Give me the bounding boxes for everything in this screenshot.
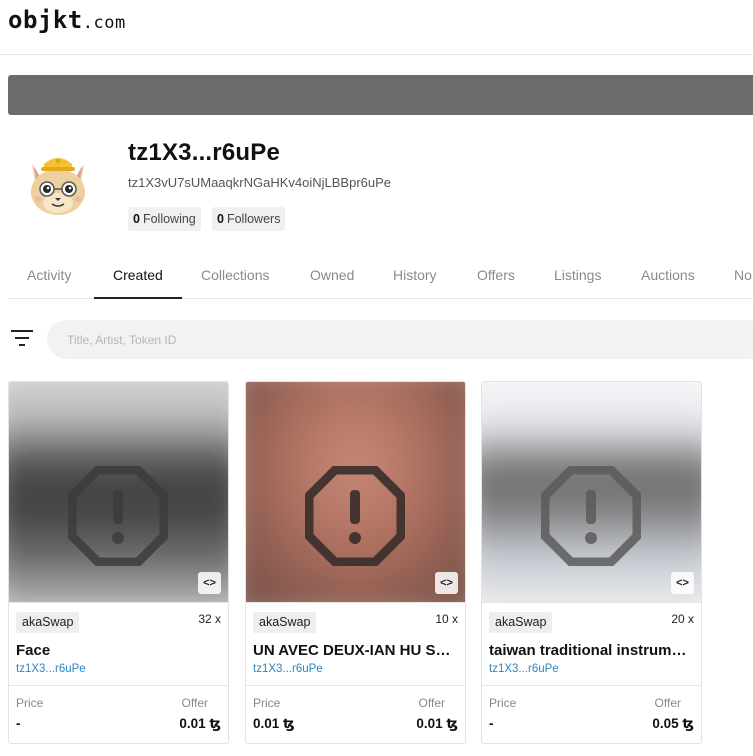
price-label: Price (253, 696, 281, 710)
top-bar: objkt.com (0, 0, 753, 55)
warning-icon (68, 466, 168, 566)
tab-auctions[interactable]: Auctions (641, 267, 695, 283)
price-label: Price (489, 696, 517, 710)
active-tab-indicator (94, 297, 182, 299)
tab-created[interactable]: Created (113, 267, 163, 283)
price-label: Price (16, 696, 44, 710)
token-thumbnail[interactable]: <> (482, 382, 701, 602)
artist-link[interactable]: tz1X3...r6uPe (253, 663, 323, 675)
logo-suffix: .com (82, 13, 126, 33)
edition-count: 20 x (671, 612, 694, 626)
token-title[interactable]: UN AVEC DEUX-IAN HU SAYS PA (253, 642, 458, 659)
warning-icon (305, 466, 405, 566)
warning-icon (541, 466, 641, 566)
profile-avatar (31, 158, 85, 215)
embed-code-icon[interactable]: <> (671, 572, 694, 594)
following-label: Following (142, 212, 196, 226)
following-badge[interactable]: 0 Following (128, 207, 201, 231)
artist-link[interactable]: tz1X3...r6uPe (16, 663, 86, 675)
followers-label: Followers (226, 212, 281, 226)
price-value: - (16, 716, 21, 731)
profile-alias: tz1X3...r6uPe (128, 139, 281, 166)
edition-count: 32 x (198, 612, 221, 626)
embed-code-icon[interactable]: <> (198, 572, 221, 594)
platform-badge[interactable]: akaSwap (489, 612, 553, 633)
artist-link[interactable]: tz1X3...r6uPe (489, 663, 559, 675)
followers-badge[interactable]: 0 Followers (212, 207, 286, 231)
token-card[interactable]: <> akaSwap 20 x taiwan traditional instr… (481, 381, 702, 744)
token-thumbnail[interactable]: <> (246, 382, 465, 602)
tab-offers[interactable]: Offers (477, 267, 515, 283)
token-card[interactable]: <> akaSwap 32 x Face tz1X3...r6uPe Price… (8, 381, 229, 744)
token-title[interactable]: taiwan traditional instruments (489, 642, 694, 659)
offer-label: Offer (181, 696, 208, 710)
embed-code-icon[interactable]: <> (435, 572, 458, 594)
tab-owned[interactable]: Owned (310, 267, 354, 283)
tab-notifications[interactable]: No (734, 267, 752, 283)
following-count: 0 (133, 212, 140, 226)
platform-badge[interactable]: akaSwap (253, 612, 317, 633)
tab-activity[interactable]: Activity (27, 267, 71, 283)
offer-value[interactable]: 0.01 ꜩ (179, 716, 221, 732)
divider (9, 602, 228, 603)
divider (482, 602, 701, 603)
offer-label: Offer (418, 696, 445, 710)
logo-main: objkt (8, 6, 83, 34)
offer-value[interactable]: 0.05 ꜩ (652, 716, 694, 732)
site-logo[interactable]: objkt.com (8, 6, 126, 34)
edition-count: 10 x (435, 612, 458, 626)
tab-history[interactable]: History (393, 267, 437, 283)
platform-badge[interactable]: akaSwap (16, 612, 80, 633)
divider (9, 685, 228, 686)
profile-tabs: Activity Created Collections Owned Histo… (8, 254, 753, 299)
divider (482, 685, 701, 686)
price-value: 0.01 ꜩ (253, 716, 295, 731)
search-input[interactable] (47, 320, 753, 359)
token-card[interactable]: <> akaSwap 10 x UN AVEC DEUX-IAN HU SAYS… (245, 381, 466, 744)
tab-listings[interactable]: Listings (554, 267, 601, 283)
token-title[interactable]: Face (16, 642, 221, 659)
offer-label: Offer (654, 696, 681, 710)
price-value: - (489, 716, 494, 731)
token-thumbnail[interactable]: <> (9, 382, 228, 602)
wallet-address[interactable]: tz1X3vU7sUMaaqkrNGaHKv4oiNjLBBpr6uPe (128, 175, 391, 190)
divider (246, 685, 465, 686)
filter-icon[interactable] (11, 328, 33, 348)
offer-value[interactable]: 0.01 ꜩ (416, 716, 458, 732)
followers-count: 0 (217, 212, 224, 226)
profile-banner (8, 75, 753, 115)
tab-collections[interactable]: Collections (201, 267, 269, 283)
divider (246, 602, 465, 603)
